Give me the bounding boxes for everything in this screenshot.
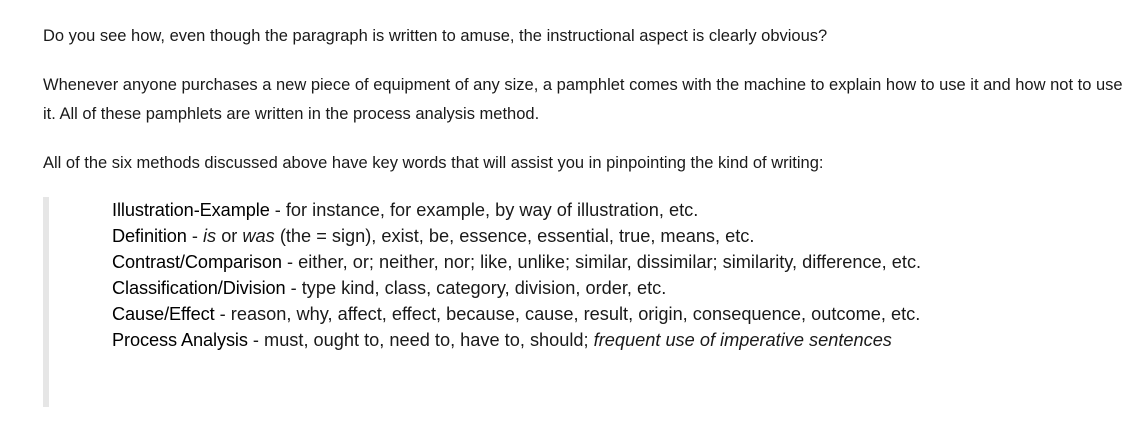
method-definition: Definition - is or was (the = sign), exi… [112,223,1043,249]
method-keywords: - type kind, class, category, division, … [285,278,667,298]
method-separator: - [186,226,203,246]
article-body: Do you see how, even though the paragrap… [43,22,1128,198]
method-keywords: - must, ought to, need to, have to, shou… [247,330,594,350]
key-words-blockquote: Illustration-Example - for instance, for… [43,197,1043,407]
method-term: Illustration-Example [112,200,270,220]
method-keyword-is: is [203,226,217,246]
paragraph-pamphlets: Whenever anyone purchases a new piece of… [43,76,1123,123]
method-keywords: - either, or; neither, nor; like, unlike… [281,252,922,272]
method-keywords: - reason, why, affect, effect, because, … [214,304,921,324]
method-term: Contrast/Comparison [112,252,282,272]
method-process: Process Analysis - must, ought to, need … [112,327,1043,353]
method-keyword-or: or [216,226,243,246]
method-keyword-was: was [242,226,275,246]
method-cause: Cause/Effect - reason, why, affect, effe… [112,301,1043,327]
method-term: Cause/Effect [112,304,215,324]
method-keywords: (the = sign), exist, be, essence, essent… [274,226,755,246]
method-contrast: Contrast/Comparison - either, or; neithe… [112,249,1043,275]
method-keywords: - for instance, for example, by way of i… [269,200,699,220]
method-term: Process Analysis [112,330,248,350]
method-keywords-italic: frequent use of imperative sentences [593,330,892,350]
method-term: Classification/Division [112,278,286,298]
method-term: Definition [112,226,187,246]
paragraph-intro-question: Do you see how, even though the paragrap… [43,27,828,45]
method-illustration: Illustration-Example - for instance, for… [112,197,1043,223]
method-classification: Classification/Division - type kind, cla… [112,275,1043,301]
paragraph-key-words: All of the six methods discussed above h… [43,154,824,172]
